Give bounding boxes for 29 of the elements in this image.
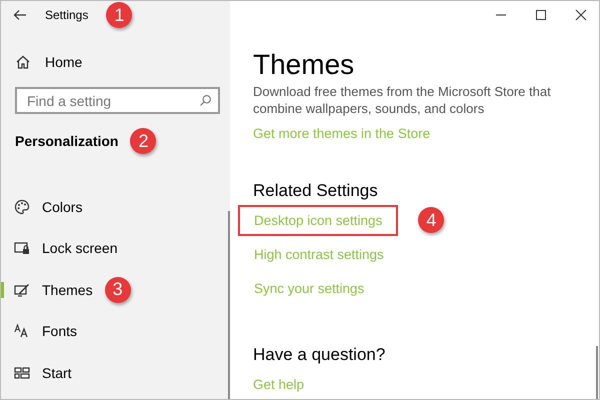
page-title: Themes [253,49,356,81]
brush-screen-icon[interactable] [14,282,30,298]
description-text: Download free themes from the Microsoft Store that combine wallpapers, sounds, and colors [253,83,552,117]
sidebar-item[interactable]: Themes [42,282,93,298]
section-heading: Related Settings [253,181,379,201]
home-icon[interactable] [15,54,31,70]
section-heading: Personalization [15,133,118,149]
maximize-icon[interactable] [533,7,549,23]
sidebar-item[interactable]: Lock screen [42,240,118,256]
letters-icon[interactable] [14,323,30,340]
window-title: Settings [45,8,88,22]
sidebar-item[interactable]: Fonts [42,323,78,340]
scrollbar[interactable] [596,346,598,399]
close-icon[interactable] [573,7,589,23]
callout-badge: 4 [418,207,444,233]
callout-badge: 3 [104,276,131,303]
callout-badge: 1 [106,2,132,28]
sidebar-item[interactable]: Start [42,364,72,381]
search-field[interactable]: Find a setting [15,87,220,114]
search-icon[interactable] [199,94,212,107]
scrollbar[interactable] [228,211,230,399]
lock-screen-icon[interactable] [14,240,30,256]
callout-badge: 2 [130,128,156,154]
section-heading: Have a question? [253,345,386,365]
sidebar-item[interactable]: Colors [42,198,82,215]
back-arrow-icon[interactable] [13,9,27,21]
home-link[interactable]: Home [45,54,82,70]
tiles-icon[interactable] [14,364,30,381]
palette-icon[interactable] [14,198,30,215]
